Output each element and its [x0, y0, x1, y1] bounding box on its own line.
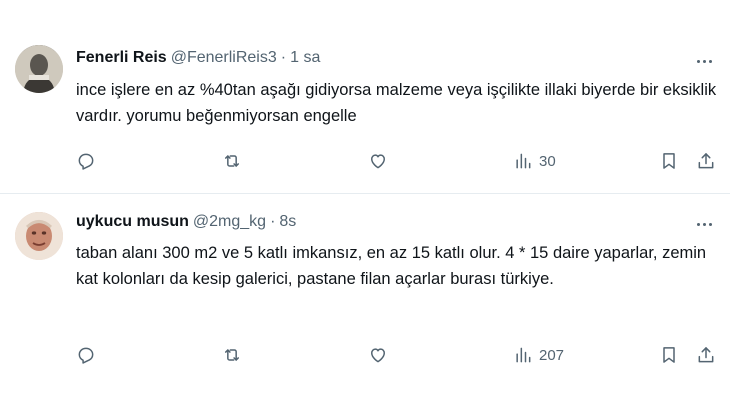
share-icon — [698, 347, 714, 363]
more-dots-icon[interactable] — [692, 214, 716, 234]
user-handle[interactable]: @2mg_kg — [193, 213, 266, 231]
reply-button[interactable] — [76, 343, 96, 367]
tweet-content: uykucu musun @2mg_kg · 8s taban alanı 30… — [0, 0, 730, 420]
bookmark-icon — [663, 347, 675, 363]
views-count: 207 — [539, 346, 565, 364]
views-chart-icon — [516, 347, 531, 363]
retweet-icon — [225, 349, 239, 361]
separator-dot: · — [270, 213, 276, 230]
retweet-button[interactable] — [222, 343, 242, 367]
share-button[interactable] — [696, 343, 716, 367]
timestamp[interactable]: 8s — [279, 213, 296, 231]
bookmark-button[interactable] — [659, 343, 679, 367]
heart-icon — [371, 348, 385, 363]
action-bar: 207 — [76, 343, 721, 367]
avatar[interactable] — [15, 212, 63, 260]
avatar-image — [15, 212, 63, 260]
like-button[interactable] — [368, 343, 388, 367]
views-button[interactable]: 207 — [513, 343, 564, 367]
display-name[interactable]: uykucu musun — [76, 213, 189, 231]
tweet-header: uykucu musun @2mg_kg · 8s — [76, 213, 296, 231]
reply-icon — [78, 347, 94, 364]
tweet-text: taban alanı 300 m2 ve 5 katlı imkansız, … — [76, 244, 707, 288]
